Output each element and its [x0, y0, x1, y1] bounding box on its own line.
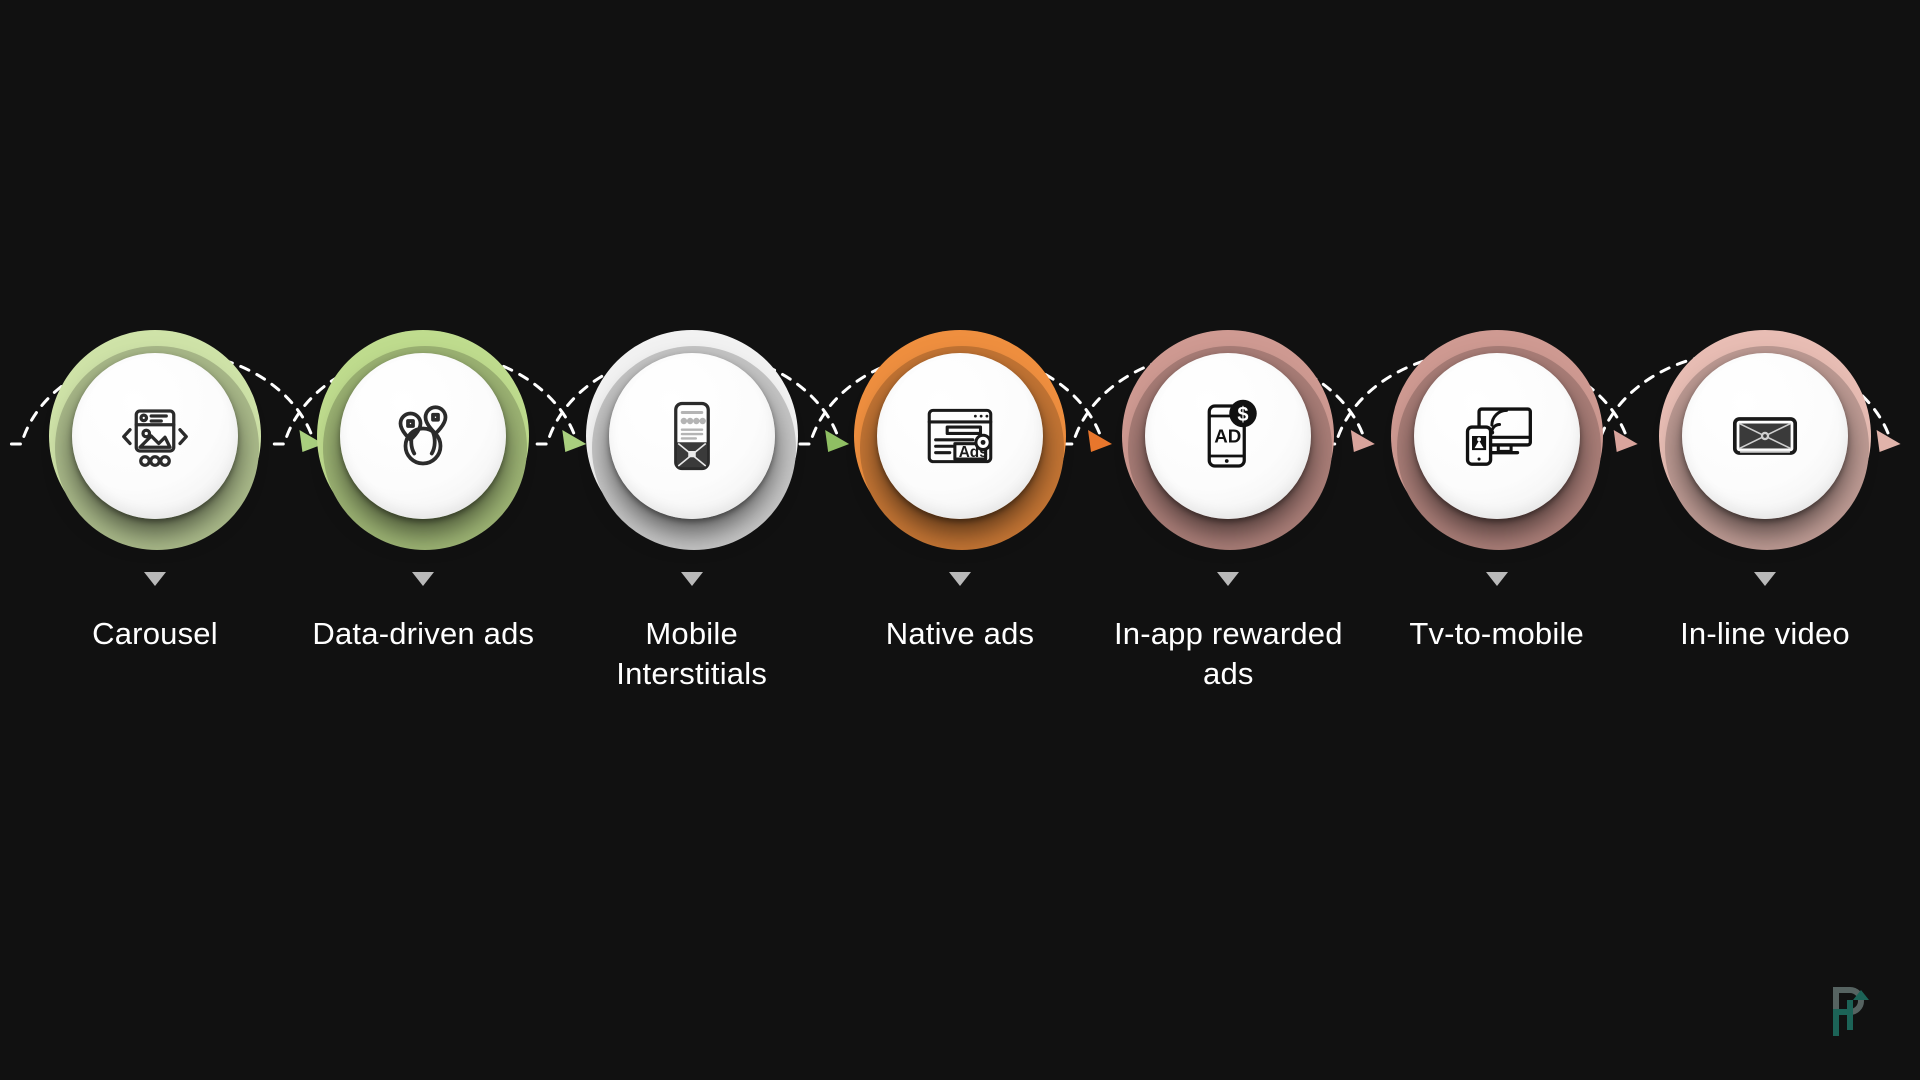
pointer-data-driven-ads — [412, 572, 435, 586]
pointer-in-line-video — [1753, 572, 1776, 586]
svg-text:AD: AD — [1215, 425, 1242, 446]
inline-video-icon — [1723, 394, 1807, 478]
pointer-carousel — [144, 572, 166, 586]
disc-carousel — [72, 353, 238, 519]
browser-ads-icon: Ads — [919, 395, 1001, 477]
disc-data-driven-ads — [340, 353, 507, 519]
step-tv-to-mobile[interactable]: Tv-to-mobile — [1382, 330, 1612, 693]
pointer-native-ads — [948, 572, 971, 586]
carousel-icon — [115, 396, 195, 476]
steps-row: Carousel Data-driven ads Mobile Intersti… — [0, 330, 1920, 693]
pointer-in-app-rewarded-ads — [1217, 572, 1240, 586]
label-mobile-interstitials: Mobile Interstitials — [616, 616, 768, 691]
mobile-interstitial-icon — [652, 396, 732, 476]
ring-tv-to-mobile — [1390, 330, 1603, 542]
ring-data-driven-ads — [317, 330, 530, 542]
svg-text:$: $ — [1238, 404, 1249, 426]
label-data-driven-ads: Data-driven ads — [312, 616, 535, 651]
label-in-app-rewarded-ads: In-app rewarded ads — [1113, 616, 1343, 691]
step-carousel[interactable]: Carousel — [40, 330, 270, 693]
ring-carousel — [49, 330, 261, 542]
disc-in-line-video — [1681, 353, 1848, 519]
disc-tv-to-mobile — [1413, 353, 1580, 519]
label-native-ads: Native ads — [885, 616, 1035, 651]
ring-in-line-video — [1658, 330, 1871, 542]
step-data-driven-ads[interactable]: Data-driven ads — [308, 330, 538, 693]
ring-in-app-rewarded-ads: AD $ — [1122, 330, 1335, 542]
infographic-canvas: Carousel Data-driven ads Mobile Intersti… — [0, 0, 1920, 1080]
ring-mobile-interstitials — [585, 330, 798, 542]
label-carousel: Carousel — [92, 616, 218, 651]
step-mobile-interstitials[interactable]: Mobile Interstitials — [577, 330, 807, 693]
step-native-ads[interactable]: Ads Native ads — [845, 330, 1075, 693]
label-in-line-video: In-line video — [1680, 616, 1850, 651]
pointer-tv-to-mobile — [1485, 572, 1508, 586]
disc-mobile-interstitials — [608, 353, 775, 519]
label-tv-to-mobile: Tv-to-mobile — [1409, 616, 1584, 651]
disc-in-app-rewarded-ads: AD $ — [1145, 353, 1312, 519]
p-arrow-logo — [1833, 987, 1869, 1036]
step-in-app-rewarded-ads[interactable]: AD $ In-app rewarded ads — [1113, 330, 1343, 693]
ring-native-ads: Ads — [853, 330, 1066, 542]
phone-ad-coin-icon: AD $ — [1188, 396, 1268, 476]
pointer-mobile-interstitials — [680, 572, 703, 586]
disc-native-ads: Ads — [876, 353, 1043, 519]
location-pins-icon — [383, 396, 463, 476]
tv-phone-cast-icon — [1456, 395, 1538, 477]
step-in-line-video[interactable]: In-line video — [1650, 330, 1880, 693]
